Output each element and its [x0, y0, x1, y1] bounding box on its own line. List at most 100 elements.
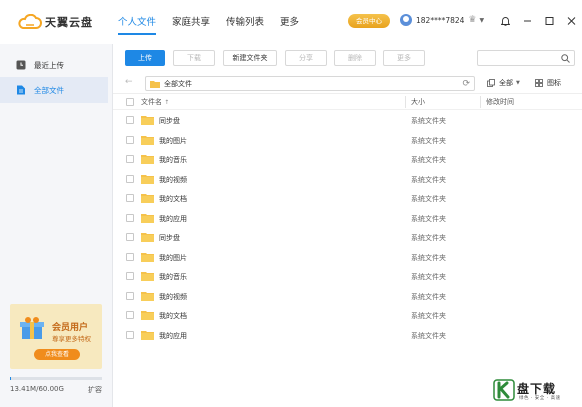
- folder-icon: [141, 311, 154, 320]
- promo-view-button[interactable]: 点我查看: [34, 349, 80, 360]
- app-title: 天翼云盘: [45, 16, 93, 29]
- view-mode-button[interactable]: 图标: [535, 78, 561, 88]
- sidebar-item-all-files[interactable]: 全部文件: [0, 77, 108, 103]
- clock-icon: [16, 60, 26, 70]
- select-all-checkbox[interactable]: [126, 98, 134, 106]
- table-row[interactable]: 我的音乐 系统文件夹: [113, 149, 582, 169]
- folder-icon: [141, 213, 154, 223]
- row-checkbox[interactable]: [126, 116, 134, 124]
- folder-icon: [141, 252, 154, 262]
- table-row[interactable]: 我的视频 系统文件夹: [113, 286, 582, 306]
- chevron-down-icon: ▼: [516, 80, 520, 86]
- user-name: 182****7824: [416, 15, 465, 25]
- expand-storage-link[interactable]: 扩容: [88, 385, 102, 395]
- download-button[interactable]: 下载: [173, 50, 215, 66]
- current-path: 全部文件: [164, 79, 192, 88]
- folder-icon: [141, 135, 154, 145]
- file-name[interactable]: 我的应用: [159, 331, 187, 341]
- bell-icon[interactable]: [494, 16, 516, 28]
- row-checkbox[interactable]: [126, 311, 134, 319]
- column-header-name[interactable]: 文件名 ↑: [141, 97, 169, 107]
- file-name[interactable]: 我的视频: [159, 292, 187, 302]
- file-name[interactable]: 我的视频: [159, 175, 187, 185]
- maximize-icon[interactable]: [538, 16, 560, 28]
- delete-button[interactable]: 删除: [334, 50, 376, 66]
- tab-transfer-list[interactable]: 传输列表: [226, 14, 264, 34]
- chevron-down-icon: ▼: [479, 16, 485, 24]
- column-divider[interactable]: [405, 96, 406, 108]
- row-checkbox[interactable]: [126, 291, 134, 300]
- search-input[interactable]: [477, 50, 575, 66]
- row-checkbox[interactable]: [126, 155, 134, 163]
- column-divider[interactable]: [480, 96, 481, 108]
- new-folder-button[interactable]: 新建文件夹: [223, 50, 277, 66]
- table-row[interactable]: 我的音乐 系统文件夹: [113, 266, 582, 286]
- user-menu[interactable]: 182****7824 ♛ ▼: [400, 14, 484, 26]
- vip-center-button[interactable]: 会员中心: [348, 14, 390, 28]
- table-row[interactable]: 我的应用 系统文件夹: [113, 208, 582, 228]
- view-mode-label: 图标: [547, 79, 561, 87]
- file-size: 系统文件夹: [411, 292, 446, 301]
- file-size: 系统文件夹: [411, 234, 446, 242]
- tab-family-share[interactable]: 家庭共享: [172, 14, 210, 34]
- tab-personal-files[interactable]: 个人文件: [118, 14, 157, 35]
- file-size: 系统文件夹: [411, 214, 446, 223]
- upload-button[interactable]: 上传: [125, 50, 165, 66]
- crown-icon: ♛: [468, 15, 477, 25]
- file-name[interactable]: 我的文档: [159, 194, 187, 204]
- refresh-icon[interactable]: ⟳: [462, 79, 470, 89]
- close-icon[interactable]: [560, 16, 582, 28]
- row-checkbox[interactable]: [126, 135, 134, 144]
- file-toolbar: 上传 下载 新建文件夹 分享 删除 更多: [113, 44, 582, 72]
- table-row[interactable]: 我的应用 系统文件夹: [113, 325, 582, 345]
- storage-usage-text: 13.41M/60.00G: [10, 385, 64, 393]
- back-arrow-icon[interactable]: ←: [125, 77, 133, 87]
- cloud-logo-icon: [18, 14, 42, 29]
- watermark-k-icon: [493, 379, 515, 401]
- row-checkbox[interactable]: [126, 233, 134, 241]
- row-checkbox[interactable]: [126, 272, 134, 280]
- path-field[interactable]: 全部文件 ⟳: [145, 76, 475, 91]
- table-row[interactable]: 我的视频 系统文件夹: [113, 169, 582, 189]
- sidebar-item-recent-uploads[interactable]: 最近上传: [0, 52, 108, 78]
- file-name[interactable]: 我的音乐: [159, 155, 187, 165]
- table-row[interactable]: 我的图片 系统文件夹: [113, 247, 582, 267]
- vip-promo-banner[interactable]: 会员用户 尊享更多特权 点我查看: [10, 304, 102, 369]
- row-checkbox[interactable]: [126, 330, 134, 339]
- folder-icon: [150, 80, 160, 88]
- file-size: 系统文件夹: [411, 253, 446, 262]
- file-name[interactable]: 我的图片: [159, 253, 187, 263]
- file-name[interactable]: 同步盘: [159, 116, 180, 126]
- table-row[interactable]: 同步盘 系统文件夹: [113, 110, 582, 130]
- tab-more[interactable]: 更多: [280, 14, 299, 34]
- column-header-size[interactable]: 大小: [411, 97, 425, 107]
- column-header-modified[interactable]: 修改时间: [486, 97, 514, 107]
- table-row[interactable]: 我的图片 系统文件夹: [113, 130, 582, 150]
- row-checkbox[interactable]: [126, 174, 134, 183]
- file-name[interactable]: 同步盘: [159, 233, 180, 243]
- copy-icon: [487, 79, 495, 87]
- share-button[interactable]: 分享: [285, 50, 327, 66]
- file-size: 系统文件夹: [411, 175, 446, 184]
- promo-title: 会员用户: [52, 323, 89, 333]
- table-row[interactable]: 我的文档 系统文件夹: [113, 305, 582, 325]
- table-row[interactable]: 我的文档 系统文件夹: [113, 188, 582, 208]
- table-row[interactable]: 同步盘 系统文件夹: [113, 227, 582, 247]
- column-label: 文件名: [141, 98, 162, 106]
- row-checkbox[interactable]: [126, 213, 134, 222]
- file-name[interactable]: 我的文档: [159, 311, 187, 321]
- folder-icon: [141, 330, 154, 340]
- table-body: 同步盘 系统文件夹 我的图片 系统文件夹 我的音乐 系统文件夹 我的视频 系统文件夹 我的文档系…: [113, 110, 582, 344]
- file-name[interactable]: 我的图片: [159, 136, 187, 146]
- filter-dropdown[interactable]: 全部 ▼: [487, 78, 520, 88]
- minimize-icon[interactable]: [516, 16, 538, 28]
- row-checkbox[interactable]: [126, 252, 134, 261]
- file-name[interactable]: 我的音乐: [159, 272, 187, 282]
- file-size: 系统文件夹: [411, 273, 446, 281]
- storage-progress-fill: [10, 377, 11, 380]
- file-name[interactable]: 我的应用: [159, 214, 187, 224]
- row-checkbox[interactable]: [126, 194, 134, 202]
- more-button[interactable]: 更多: [383, 50, 425, 66]
- watermark-subtitle: 绿色 · 安全 · 高速: [519, 396, 561, 401]
- file-size: 系统文件夹: [411, 156, 446, 164]
